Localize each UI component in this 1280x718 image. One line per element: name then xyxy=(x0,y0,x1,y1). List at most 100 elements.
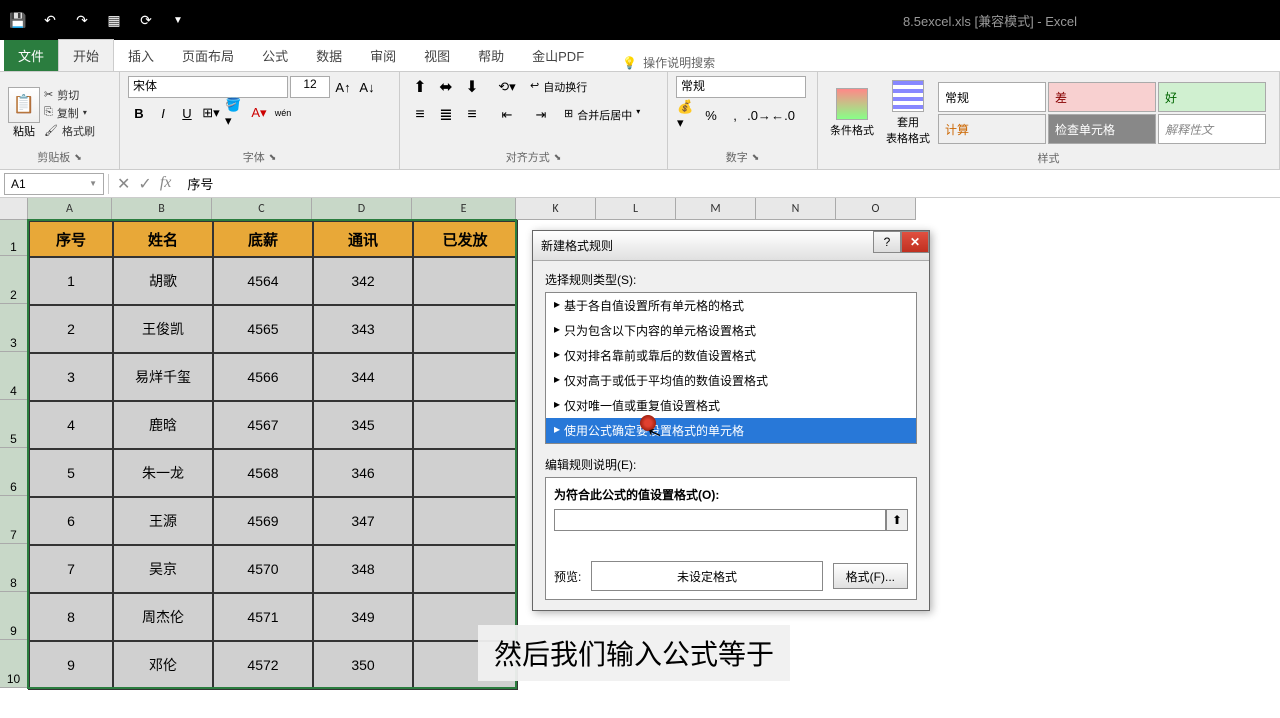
copy-button[interactable]: ⎘复制▾ xyxy=(44,105,95,121)
paste-button[interactable]: 📋 粘贴 xyxy=(8,87,40,139)
table-cell[interactable]: 347 xyxy=(313,497,413,545)
rule-type-item[interactable]: ▸仅对高于或低于平均值的数值设置格式 xyxy=(546,368,916,393)
style-good[interactable]: 好 xyxy=(1158,82,1266,112)
table-cell[interactable]: 3 xyxy=(29,353,113,401)
rule-type-item[interactable]: ▸使用公式确定要设置格式的单元格 xyxy=(546,418,916,443)
column-header[interactable]: K xyxy=(516,198,596,220)
shrink-font-icon[interactable]: A↓ xyxy=(356,76,378,98)
table-cell[interactable]: 4 xyxy=(29,401,113,449)
table-cell[interactable] xyxy=(413,257,517,305)
wrap-text-button[interactable]: ↩自动换行 xyxy=(530,79,587,95)
align-top-icon[interactable]: ⬆ xyxy=(408,77,432,97)
column-header[interactable]: L xyxy=(596,198,676,220)
table-cell[interactable]: 350 xyxy=(313,641,413,689)
table-cell[interactable]: 1 xyxy=(29,257,113,305)
expand-icon[interactable]: ⬊ xyxy=(554,152,562,163)
tell-me-search[interactable]: 💡 操作说明搜索 xyxy=(622,54,715,71)
cancel-icon[interactable]: ✕ xyxy=(117,174,130,194)
rule-type-item[interactable]: ▸只为包含以下内容的单元格设置格式 xyxy=(546,318,916,343)
row-header[interactable]: 6 xyxy=(0,448,28,496)
table-cell[interactable]: 6 xyxy=(29,497,113,545)
table-cell[interactable]: 5 xyxy=(29,449,113,497)
table-cell[interactable] xyxy=(413,401,517,449)
table-cell[interactable]: 348 xyxy=(313,545,413,593)
column-header[interactable]: D xyxy=(312,198,412,220)
table-cell[interactable]: 王俊凯 xyxy=(113,305,213,353)
format-button[interactable]: 格式(F)... xyxy=(833,563,908,589)
indent-left-icon[interactable]: ⇤ xyxy=(496,104,518,126)
row-header[interactable]: 7 xyxy=(0,496,28,544)
table-header[interactable]: 序号 xyxy=(29,221,113,257)
range-selector-icon[interactable]: ⬆ xyxy=(886,509,908,531)
row-header[interactable]: 10 xyxy=(0,640,28,688)
ruby-button[interactable]: wén xyxy=(272,102,294,124)
table-cell[interactable]: 345 xyxy=(313,401,413,449)
font-color-button[interactable]: A▾ xyxy=(248,102,270,124)
tab-formulas[interactable]: 公式 xyxy=(248,40,302,71)
indent-right-icon[interactable]: ⇥ xyxy=(530,104,552,126)
column-header[interactable]: A xyxy=(28,198,112,220)
formula-input[interactable]: 序号 xyxy=(179,174,1280,193)
tab-insert[interactable]: 插入 xyxy=(114,40,168,71)
table-header[interactable]: 姓名 xyxy=(113,221,213,257)
rule-type-item[interactable]: ▸仅对排名靠前或靠后的数值设置格式 xyxy=(546,343,916,368)
column-header[interactable]: B xyxy=(112,198,212,220)
tab-review[interactable]: 审阅 xyxy=(356,40,410,71)
tab-data[interactable]: 数据 xyxy=(302,40,356,71)
table-cell[interactable]: 4565 xyxy=(213,305,313,353)
merge-button[interactable]: ⊞合并后居中▾ xyxy=(564,107,640,123)
percent-button[interactable]: % xyxy=(700,104,722,126)
expand-icon[interactable]: ⬊ xyxy=(74,152,82,163)
style-explain[interactable]: 解释性文 xyxy=(1158,114,1266,144)
row-header[interactable]: 3 xyxy=(0,304,28,352)
style-bad[interactable]: 差 xyxy=(1048,82,1156,112)
grow-font-icon[interactable]: A↑ xyxy=(332,76,354,98)
table-cell[interactable]: 343 xyxy=(313,305,413,353)
align-center-icon[interactable]: ≣ xyxy=(434,105,458,125)
cells-area[interactable]: 序号姓名底薪通讯已发放1胡歌45643422王俊凯45653433易烊千玺456… xyxy=(28,220,518,690)
increase-decimal-icon[interactable]: .0→ xyxy=(748,104,770,126)
align-right-icon[interactable]: ≡ xyxy=(460,105,484,125)
decrease-decimal-icon[interactable]: ←.0 xyxy=(772,104,794,126)
help-button[interactable]: ? xyxy=(873,231,901,253)
dialog-titlebar[interactable]: 新建格式规则 ? ✕ xyxy=(533,231,929,261)
fx-icon[interactable]: fx xyxy=(160,174,172,194)
cut-button[interactable]: ✂剪切 xyxy=(44,87,95,103)
table-cell[interactable]: 4568 xyxy=(213,449,313,497)
underline-button[interactable]: U xyxy=(176,102,198,124)
name-box[interactable]: A1▼ xyxy=(4,173,104,195)
table-format-button[interactable]: 套用 表格格式 xyxy=(882,76,934,150)
italic-button[interactable]: I xyxy=(152,102,174,124)
table-cell[interactable] xyxy=(413,497,517,545)
tab-file[interactable]: 文件 xyxy=(4,40,58,71)
align-middle-icon[interactable]: ⬌ xyxy=(434,77,458,97)
table-cell[interactable]: 9 xyxy=(29,641,113,689)
enter-icon[interactable]: ✓ xyxy=(138,174,151,194)
border-button[interactable]: ⊞▾ xyxy=(200,102,222,124)
column-header[interactable]: O xyxy=(836,198,916,220)
table-cell[interactable]: 4569 xyxy=(213,497,313,545)
table-cell[interactable]: 鹿晗 xyxy=(113,401,213,449)
number-format-select[interactable]: 常规 xyxy=(676,76,806,98)
table-cell[interactable]: 4572 xyxy=(213,641,313,689)
column-header[interactable]: C xyxy=(212,198,312,220)
table-cell[interactable]: 344 xyxy=(313,353,413,401)
tab-view[interactable]: 视图 xyxy=(410,40,464,71)
tab-home[interactable]: 开始 xyxy=(58,39,114,71)
table-cell[interactable]: 2 xyxy=(29,305,113,353)
table-cell[interactable]: 4566 xyxy=(213,353,313,401)
style-calc[interactable]: 计算 xyxy=(938,114,1046,144)
expand-icon[interactable]: ⬊ xyxy=(269,152,277,163)
currency-button[interactable]: 💰▾ xyxy=(676,104,698,126)
font-size-select[interactable]: 12 xyxy=(290,76,330,98)
formula-input-field[interactable] xyxy=(554,509,886,531)
table-cell[interactable]: 4567 xyxy=(213,401,313,449)
comma-button[interactable]: , xyxy=(724,104,746,126)
column-header[interactable]: M xyxy=(676,198,756,220)
format-painter-button[interactable]: 🖌格式刷 xyxy=(44,123,95,139)
expand-icon[interactable]: ⬊ xyxy=(752,152,760,163)
column-header[interactable]: E xyxy=(412,198,516,220)
style-normal[interactable]: 常规 xyxy=(938,82,1046,112)
table-header[interactable]: 通讯 xyxy=(313,221,413,257)
table-header[interactable]: 底薪 xyxy=(213,221,313,257)
